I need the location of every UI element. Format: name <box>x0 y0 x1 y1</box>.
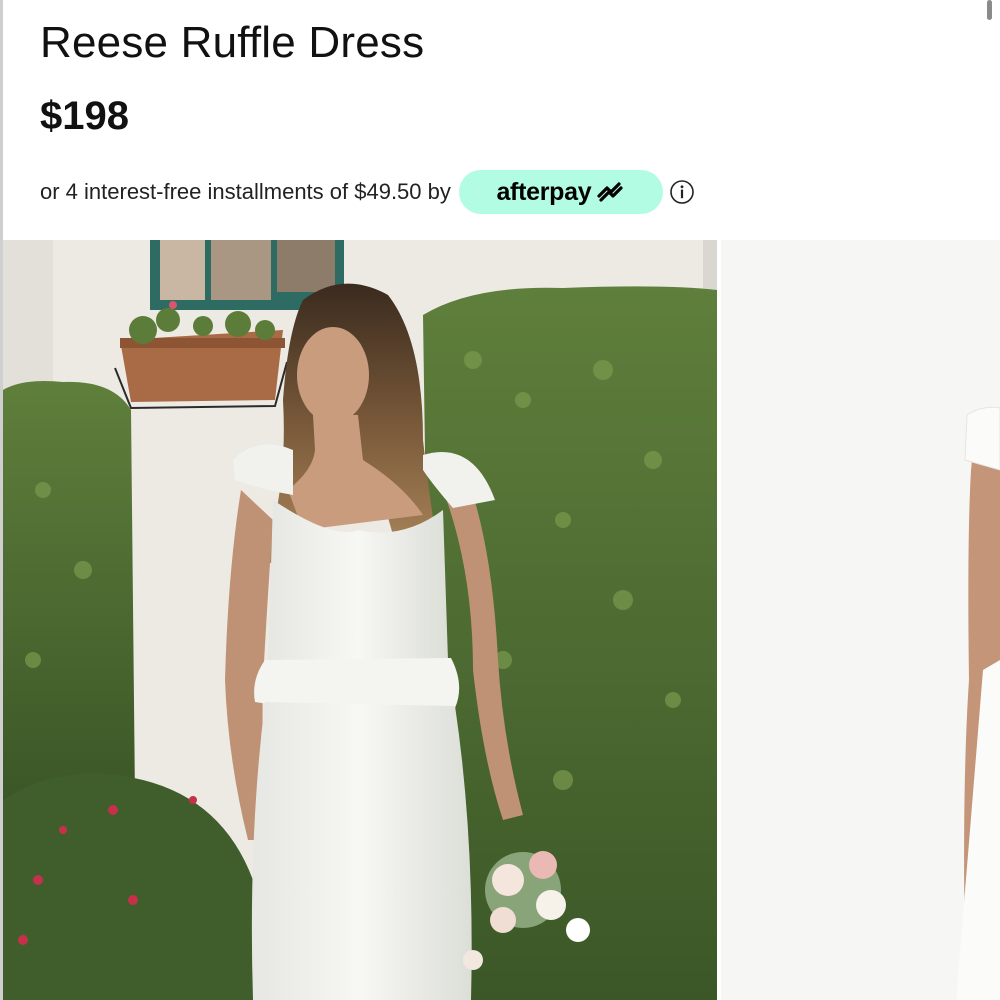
installments-text: or 4 interest-free installments of $49.5… <box>40 179 451 204</box>
info-icon[interactable] <box>669 179 695 205</box>
product-price: $198 <box>40 94 129 138</box>
afterpay-installments-row: or 4 interest-free installments of $49.5… <box>40 170 695 214</box>
product-image-main[interactable] <box>3 240 717 1000</box>
afterpay-arrows-icon <box>597 182 623 202</box>
scrollbar-thumb[interactable] <box>987 0 992 20</box>
model-photo-garden <box>3 240 717 1000</box>
afterpay-wordmark: afterpay <box>496 177 592 206</box>
product-title: Reese Ruffle Dress <box>40 18 425 67</box>
model-photo-studio <box>721 240 1000 1000</box>
afterpay-badge[interactable]: afterpay <box>458 170 663 214</box>
product-image-secondary[interactable] <box>721 240 1000 1000</box>
